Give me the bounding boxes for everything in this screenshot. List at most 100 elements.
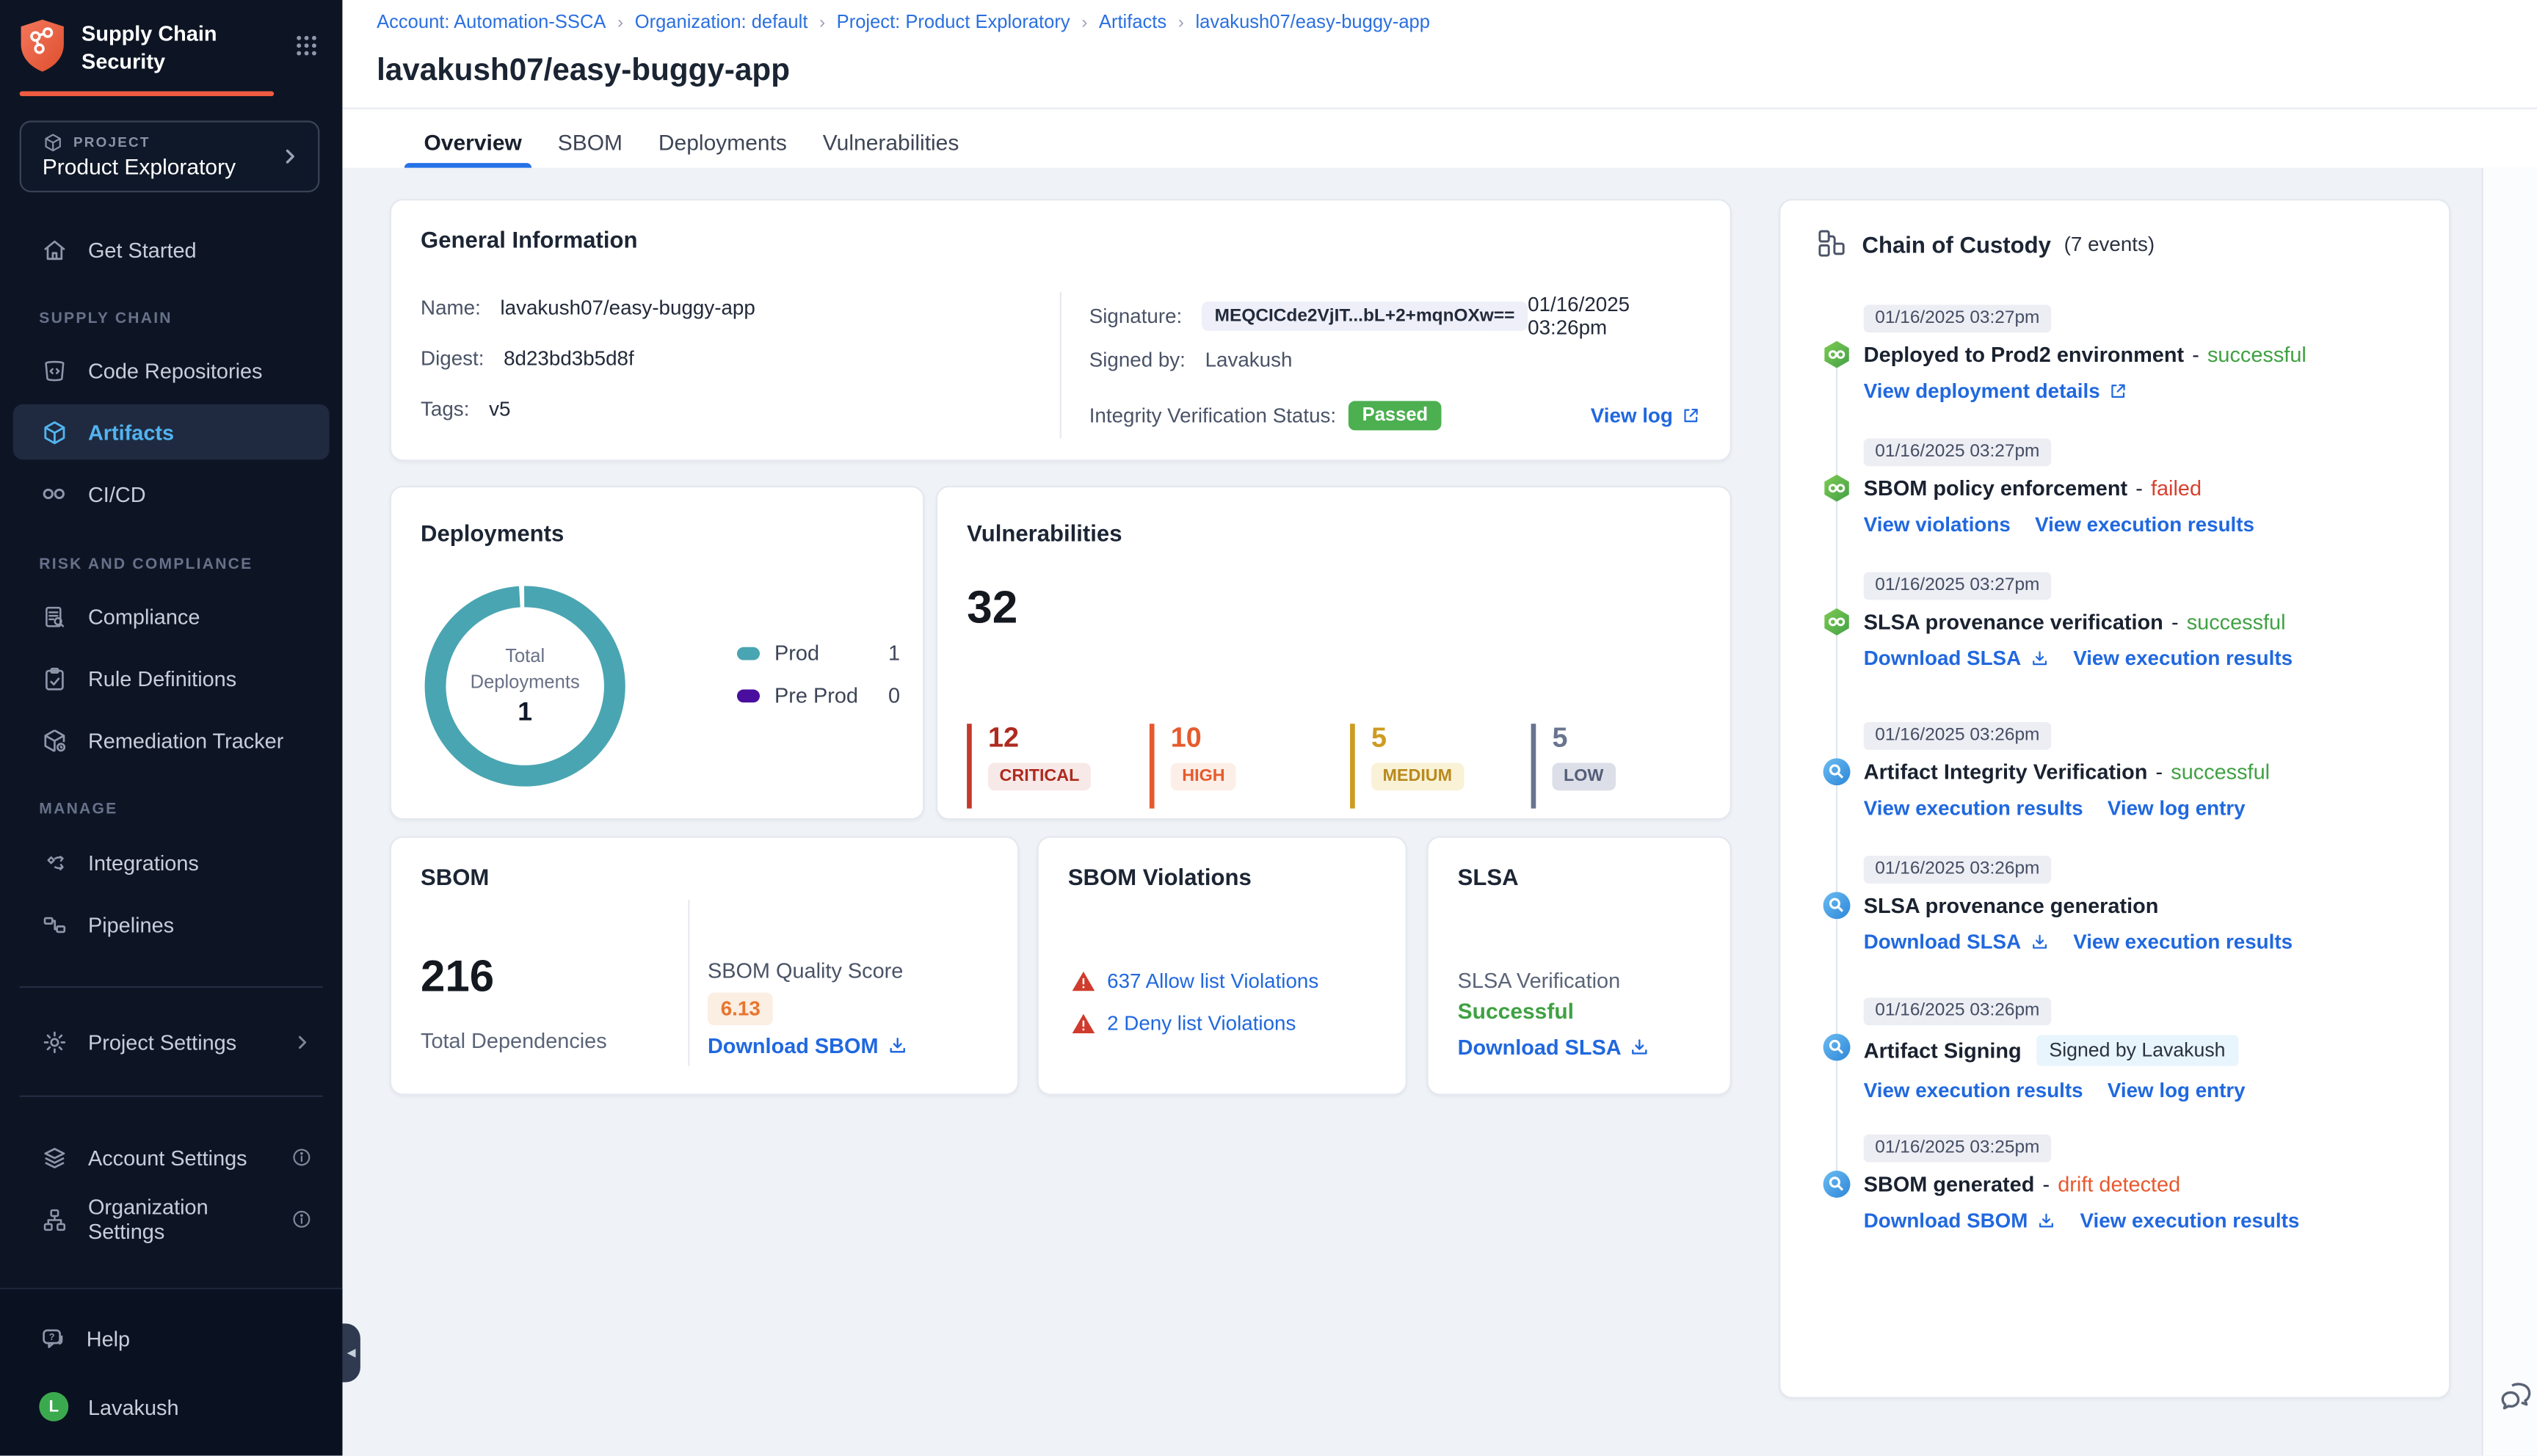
severity-badge: CRITICAL — [987, 762, 1091, 790]
project-name: Product Exploratory — [42, 155, 236, 180]
breadcrumb-separator: › — [1081, 12, 1088, 33]
view-execution-results-link[interactable]: View execution results — [1864, 1078, 2083, 1101]
prod-swatch — [736, 646, 761, 660]
tab-sbom[interactable]: SBOM — [558, 117, 623, 168]
document-search-icon — [39, 602, 68, 631]
tab-vulnerabilities[interactable]: Vulnerabilities — [823, 117, 959, 168]
allow-list-violations-link[interactable]: 637 Allow list Violations — [1107, 970, 1318, 993]
sidebar-item-label: Compliance — [87, 603, 200, 629]
sidebar-item-project-settings[interactable]: Project Settings — [13, 1014, 330, 1070]
slsa-card: SLSA SLSA Verification Successful Downlo… — [1426, 836, 1732, 1096]
breadcrumb-artifacts[interactable]: Artifacts — [1099, 13, 1166, 33]
sidebar-item-artifacts[interactable]: Artifacts — [12, 404, 330, 460]
clipboard-check-icon — [39, 663, 68, 693]
sidebar-item-label: Organization Settings — [87, 1195, 208, 1244]
user-item[interactable]: L Lavakush — [13, 1385, 330, 1430]
sidebar-item-label: Rule Definitions — [87, 666, 237, 691]
artifacts-cube-icon — [39, 418, 68, 447]
view-execution-results-link[interactable]: View execution results — [2073, 930, 2293, 953]
sidebar-item-integrations[interactable]: Integrations — [13, 834, 330, 890]
app-logo-shield-icon — [18, 18, 67, 73]
tab-deployments[interactable]: Deployments — [658, 117, 787, 168]
section-label-risk: RISK AND COMPLIANCE — [39, 556, 253, 574]
help-chat-icon: ? — [39, 1325, 67, 1353]
sidebar-collapse-handle[interactable]: ◀ — [342, 1323, 360, 1383]
download-icon — [2039, 1212, 2053, 1227]
total-deployments-value: 1 — [518, 699, 533, 727]
sidebar-item-get-started[interactable]: Get Started — [13, 222, 330, 277]
sidebar-item-organization-settings[interactable]: Organization Settings — [13, 1192, 330, 1248]
warning-triangle-icon — [1072, 1013, 1095, 1034]
card-title: Deployments — [421, 520, 565, 547]
external-link-icon — [2111, 383, 2125, 397]
sidebar-item-label: Artifacts — [87, 419, 175, 445]
sidebar-item-account-settings[interactable]: Account Settings — [13, 1129, 330, 1185]
vulnerabilities-card: Vulnerabilities 32 12 CRITICAL 10 HIGH 5… — [935, 485, 1732, 820]
card-title: Chain of Custody — [1862, 230, 2051, 257]
breadcrumb-project[interactable]: Project: Product Exploratory — [837, 13, 1070, 33]
scan-badge-icon — [1821, 1169, 1852, 1200]
severity-critical: 12 CRITICAL — [967, 723, 1091, 809]
event-title: SLSA provenance verification — [1863, 608, 2163, 633]
deployment-link-icon — [1821, 473, 1852, 503]
event-status: failed — [2150, 475, 2202, 500]
project-label: PROJECT — [73, 134, 150, 150]
view-log-entry-link[interactable]: View log entry — [2108, 796, 2246, 819]
view-deployment-details-link[interactable]: View deployment details — [1864, 379, 2128, 402]
download-slsa-link[interactable]: Download SLSA — [1864, 647, 2049, 669]
download-icon — [2032, 933, 2046, 948]
view-execution-results-link[interactable]: View execution results — [2073, 647, 2293, 669]
help-item[interactable]: ? Help — [13, 1316, 330, 1361]
event-timestamp: 01/16/2025 03:27pm — [1863, 571, 2051, 600]
deny-list-violations-link[interactable]: 2 Deny list Violations — [1107, 1012, 1296, 1035]
feedback-chat-icon[interactable] — [2498, 1380, 2534, 1413]
breadcrumb-account[interactable]: Account: Automation-SSCA — [377, 13, 606, 33]
download-slsa-link[interactable]: Download SLSA — [1864, 930, 2049, 953]
project-selector[interactable]: PROJECT Product Exploratory — [19, 120, 320, 193]
download-sbom-link[interactable]: Download SBOM — [708, 1033, 908, 1058]
user-name: Lavakush — [87, 1395, 179, 1420]
card-title: SLSA — [1457, 864, 1519, 890]
event-title: SBOM generated — [1863, 1171, 2035, 1196]
sidebar-item-remediation-tracker[interactable]: Remediation Tracker — [13, 713, 330, 768]
info-icon[interactable] — [290, 1208, 313, 1231]
breadcrumb-organization[interactable]: Organization: default — [635, 13, 808, 33]
breadcrumb-current[interactable]: lavakush07/easy-buggy-app — [1195, 13, 1430, 33]
allow-list-violations-row: 637 Allow list Violations — [1071, 970, 1318, 993]
event-timestamp: 01/16/2025 03:26pm — [1863, 721, 2051, 749]
download-sbom-link[interactable]: Download SBOM — [1864, 1209, 2055, 1231]
view-violations-link[interactable]: View violations — [1864, 513, 2011, 536]
event-title: SBOM policy enforcement — [1863, 475, 2128, 500]
view-execution-results-link[interactable]: View execution results — [2035, 513, 2254, 536]
breadcrumb-separator: › — [819, 12, 826, 33]
vertical-divider — [1059, 291, 1061, 439]
breadcrumb-separator: › — [1177, 12, 1184, 33]
page-header: Account: Automation-SSCA › Organization:… — [342, 0, 2537, 168]
pre-prod-swatch — [736, 688, 761, 702]
sidebar-item-rule-definitions[interactable]: Rule Definitions — [13, 650, 330, 706]
sidebar-item-compliance[interactable]: Compliance — [13, 589, 330, 644]
severity-badge: HIGH — [1170, 762, 1237, 790]
legend-value: 1 — [888, 640, 901, 666]
scan-badge-icon — [1821, 757, 1852, 787]
view-execution-results-link[interactable]: View execution results — [2080, 1209, 2299, 1231]
breadcrumb: Account: Automation-SSCA › Organization:… — [377, 13, 1430, 33]
tab-bar: Overview SBOM Deployments Vulnerabilitie… — [404, 117, 959, 168]
sidebar-item-pipelines[interactable]: Pipelines — [13, 897, 330, 953]
section-label-manage: MANAGE — [39, 800, 118, 818]
signed-by-label: Signed by: — [1089, 349, 1186, 372]
tab-overview[interactable]: Overview — [404, 117, 532, 168]
sidebar-item-cicd[interactable]: CI/CD — [13, 466, 330, 522]
sidebar-item-code-repositories[interactable]: Code Repositories — [13, 342, 330, 398]
info-icon[interactable] — [290, 1146, 313, 1168]
download-icon — [2032, 650, 2046, 665]
download-slsa-link[interactable]: Download SLSA — [1458, 1035, 1651, 1060]
view-log-entry-link[interactable]: View log entry — [2108, 1078, 2246, 1101]
view-execution-results-link[interactable]: View execution results — [1864, 796, 2083, 819]
view-log-link[interactable]: View log — [1591, 404, 1701, 427]
app-switcher-grid-icon[interactable] — [294, 32, 320, 59]
signature-value: MEQCICde2VjIT...bL+2+mqnOXw== — [1201, 301, 1528, 331]
total-dependencies-label: Total Dependencies — [421, 1028, 607, 1053]
deployment-link-icon — [1821, 606, 1852, 637]
integrity-status-label: Integrity Verification Status: — [1089, 404, 1337, 427]
